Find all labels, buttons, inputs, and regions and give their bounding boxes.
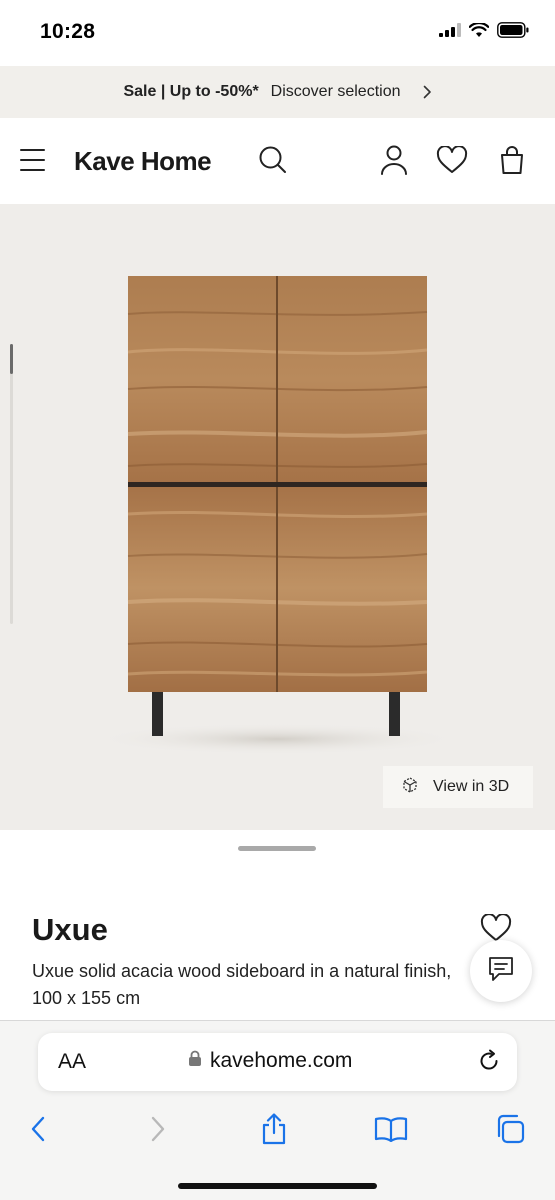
signal-icon <box>439 23 461 37</box>
reload-icon[interactable] <box>477 1049 501 1078</box>
wifi-icon <box>469 22 489 37</box>
chat-icon <box>487 955 515 988</box>
browser-chrome: AA kavehome.com <box>0 1020 555 1200</box>
chat-button[interactable] <box>470 940 532 1002</box>
status-time: 10:28 <box>40 20 96 43</box>
reader-settings-button[interactable]: AA <box>58 1050 86 1074</box>
chevron-left-icon[interactable] <box>18 1109 58 1149</box>
site-header: Kave Home <box>0 118 555 204</box>
user-icon[interactable] <box>376 142 412 178</box>
cube-3d-icon <box>401 776 419 799</box>
lock-icon <box>188 1049 202 1073</box>
url-display[interactable]: kavehome.com <box>188 1049 352 1073</box>
bag-icon[interactable] <box>494 142 530 178</box>
product-image-area[interactable]: View in 3D <box>0 204 555 830</box>
hamburger-icon[interactable] <box>20 149 45 171</box>
tabs-icon[interactable] <box>490 1109 530 1149</box>
home-indicator[interactable] <box>178 1183 377 1189</box>
search-icon[interactable] <box>255 142 291 178</box>
address-bar[interactable]: AA kavehome.com <box>38 1033 517 1091</box>
view-in-3d-label: View in 3D <box>433 778 510 795</box>
promo-sale-text: Sale | Up to -50%* <box>123 83 259 100</box>
chevron-right-icon <box>423 85 432 99</box>
site-logo[interactable]: Kave Home <box>74 146 212 177</box>
share-icon[interactable] <box>254 1109 294 1149</box>
promo-link[interactable]: Discover selection <box>271 83 401 101</box>
promo-banner[interactable]: Sale | Up to -50%* Discover selection <box>0 66 555 118</box>
sheet-drag-handle[interactable] <box>238 846 316 851</box>
product-image <box>92 276 462 755</box>
browser-toolbar <box>0 1109 555 1149</box>
product-description: Uxue solid acacia wood sideboard in a na… <box>32 961 452 1008</box>
battery-icon <box>497 22 529 38</box>
product-title: Uxue <box>32 912 108 947</box>
heart-icon[interactable] <box>434 142 470 178</box>
chevron-right-icon[interactable] <box>138 1109 178 1149</box>
url-text: kavehome.com <box>210 1049 353 1072</box>
book-icon[interactable] <box>371 1109 411 1149</box>
status-icons <box>439 22 529 38</box>
view-in-3d-button[interactable]: View in 3D <box>383 766 533 808</box>
status-bar: 10:28 <box>0 0 555 66</box>
